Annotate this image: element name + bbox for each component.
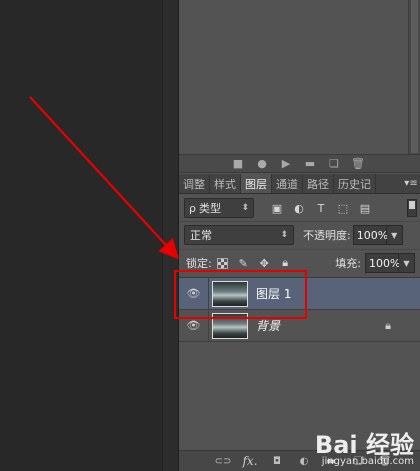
image-filter-icon[interactable]: ▣ [270, 201, 284, 215]
divider [179, 221, 420, 222]
shape-filter-icon[interactable]: ⬚ [336, 201, 350, 215]
record-icon[interactable]: ● [255, 157, 269, 171]
layer-row[interactable]: 👁︎ 背景 🔒︎ [179, 309, 420, 342]
fill-dropdown-icon[interactable]: ▼ [399, 253, 415, 273]
lock-icon: 🔒︎ [385, 319, 391, 332]
upper-panel [179, 0, 409, 153]
blend-row: 正常 ⬍ 不透明度: 100% ▼ [179, 223, 420, 247]
panel-scrollbar[interactable] [408, 0, 420, 173]
panel-dock: ■ ● ▶ ▬ ❏ 🗑 调整 样式 图层 通道 路径 历史记 ▾≡ ρ 类型 ⬍… [178, 0, 420, 471]
filter-toggle-knob [409, 201, 415, 209]
divider [179, 249, 420, 250]
layers-list: 👁︎ 图层 1 👁︎ 背景 🔒︎ [179, 277, 420, 449]
watermark-url: jingyan.baidu.com [321, 456, 414, 467]
filter-toggle-switch[interactable] [407, 199, 417, 217]
layer-name[interactable]: 背景 [256, 317, 280, 334]
stop-icon[interactable]: ■ [231, 157, 245, 171]
filter-kind-select[interactable]: ρ 类型 ⬍ [184, 198, 254, 218]
lock-position-move-icon[interactable]: ✥ [258, 257, 271, 270]
opacity-dropdown-icon[interactable]: ▼ [386, 225, 403, 245]
tab-styles[interactable]: 样式 [210, 174, 241, 193]
type-filter-icon[interactable]: T [314, 201, 328, 215]
add-mask-icon[interactable]: ◘ [269, 454, 285, 468]
adjustment-layer-icon[interactable]: ◐ [296, 454, 312, 468]
lock-transparency-icon[interactable] [216, 257, 229, 270]
filter-kind-label: 类型 [198, 202, 221, 215]
select-arrows-icon: ⬍ [241, 203, 249, 213]
layer-thumbnail [212, 312, 248, 339]
fill-label: 填充: [335, 257, 361, 270]
search-icon: ρ [189, 201, 196, 215]
eye-icon[interactable]: 👁︎ [179, 309, 209, 342]
layer-style-fx-icon[interactable]: fx. [242, 454, 258, 468]
trash-icon[interactable]: 🗑 [351, 157, 365, 171]
folder-icon[interactable]: ▬ [303, 157, 317, 171]
select-arrows-icon: ⬍ [280, 230, 288, 240]
smart-object-filter-icon[interactable]: ▤ [358, 201, 372, 215]
link-layers-icon[interactable]: ⊂⊃ [215, 454, 232, 468]
layer-thumbnail [212, 280, 248, 307]
blend-mode-value: 正常 [190, 229, 212, 242]
layer-filter-row: ρ 类型 ⬍ ▣ ◐ T ⬚ ▤ [179, 195, 420, 221]
blend-mode-select[interactable]: 正常 ⬍ [184, 225, 294, 245]
eye-icon[interactable]: 👁︎ [179, 277, 209, 310]
adjustment-filter-icon[interactable]: ◐ [292, 201, 306, 215]
filter-icons: ▣ ◐ T ⬚ ▤ [270, 201, 372, 215]
new-item-icon[interactable]: ❏ [327, 157, 341, 171]
layer-row[interactable]: 👁︎ 图层 1 [179, 277, 420, 310]
lock-label: 锁定: [186, 257, 212, 270]
panel-gutter [162, 0, 178, 471]
tab-history[interactable]: 历史记 [334, 174, 376, 193]
watermark-logo: Bai 经验 jingyan.baidu.com [315, 425, 414, 467]
fill-input[interactable]: 100% [365, 253, 400, 273]
document-canvas[interactable] [0, 0, 162, 471]
play-icon[interactable]: ▶ [279, 157, 293, 171]
scrollbar-thumb[interactable] [411, 0, 418, 153]
watermark-brand: Bai 经验 [314, 431, 414, 459]
layer-name[interactable]: 图层 1 [256, 285, 291, 302]
tab-layers[interactable]: 图层 [241, 174, 272, 193]
panel-tabs: 调整 样式 图层 通道 路径 历史记 ▾≡ [179, 174, 420, 194]
lock-pixels-brush-icon[interactable]: ✎ [237, 257, 250, 270]
opacity-label: 不透明度: [303, 229, 351, 242]
tab-paths[interactable]: 路径 [303, 174, 334, 193]
opacity-input[interactable]: 100% [352, 225, 388, 245]
lock-row: 锁定: ✎ ✥ 🔒︎ 填充: 100% ▼ [179, 251, 420, 275]
lock-icons: ✎ ✥ 🔒︎ [216, 256, 292, 270]
tab-channels[interactable]: 通道 [272, 174, 303, 193]
panel-menu-icon[interactable]: ▾≡ [401, 174, 420, 193]
upper-panel-toolbar: ■ ● ▶ ▬ ❏ 🗑 [179, 154, 420, 173]
lock-all-icon[interactable]: 🔒︎ [279, 256, 292, 270]
tab-adjustments[interactable]: 调整 [179, 174, 210, 193]
